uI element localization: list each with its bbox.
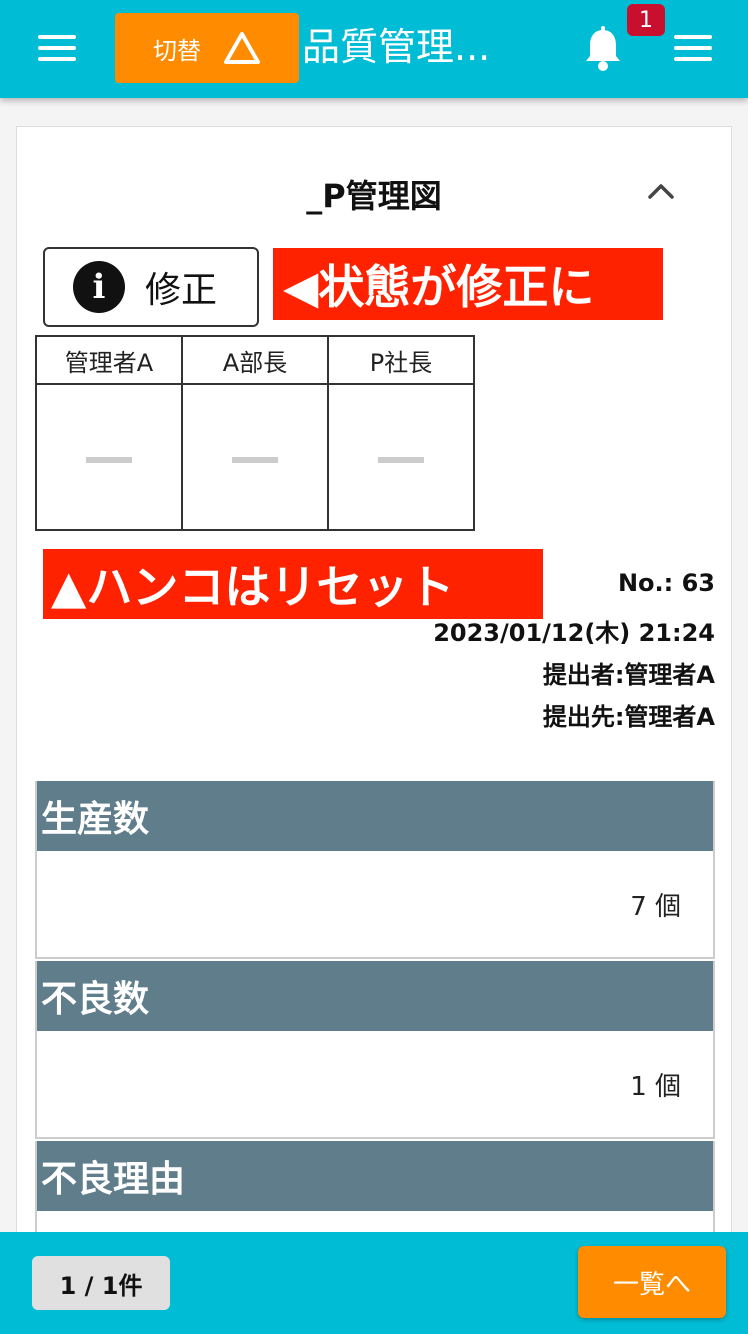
section-header: 不良数 [37,961,713,1031]
stamp-cell [181,383,329,531]
approver-header: A部長 [181,335,329,385]
section-value [37,1211,713,1232]
bell-icon[interactable] [583,26,623,72]
status-button[interactable]: i 修正 [43,247,259,327]
app-footer: 1 / 1件 一覧へ [0,1232,748,1334]
section-value: 1 個 [37,1031,713,1137]
approver-header: P社長 [327,335,475,385]
switch-button-label: 切替 [153,36,201,65]
status-annotation: ◀状態が修正に [273,248,663,320]
approver-header: 管理者A [35,335,183,385]
app-header: 切替 品質管理... 1 [0,0,748,98]
document-number: No.: 63 [617,569,715,597]
info-icon: i [73,261,125,313]
recipient: 提出先:管理者A [542,703,715,731]
empty-stamp-placeholder [86,456,132,463]
submitter: 提出者:管理者A [542,661,715,689]
document-card: _P管理図 i 修正 ◀状態が修正に 管理者A A部長 P社長 ▲ハンコはリセッ… [16,126,732,1232]
back-to-list-button[interactable]: 一覧へ [578,1246,726,1318]
switch-button[interactable]: 切替 [115,13,299,83]
content-area[interactable]: _P管理図 i 修正 ◀状態が修正に 管理者A A部長 P社長 ▲ハンコはリセッ… [0,98,748,1232]
empty-stamp-placeholder [378,456,424,463]
chevron-up-icon[interactable] [647,183,675,199]
notification-badge: 1 [627,4,665,36]
app-title: 品質管理... [302,25,491,69]
section-header: 生産数 [37,781,713,851]
warning-triangle-icon [224,32,260,64]
menu-icon[interactable] [38,35,76,61]
section-header: 不良理由 [37,1141,713,1211]
status-label: 修正 [145,270,218,311]
document-title: _P管理図 [306,177,442,215]
approval-stamp-table: 管理者A A部長 P社長 [35,335,475,531]
page-count: 1 / 1件 [32,1256,170,1310]
options-menu-icon[interactable] [674,35,712,61]
section-defect-count: 不良数 1 個 [35,961,715,1139]
section-defect-reason: 不良理由 [35,1141,715,1232]
section-value: 7 個 [37,851,713,957]
stamp-cell [35,383,183,531]
section-production-count: 生産数 7 個 [35,781,715,959]
empty-stamp-placeholder [232,456,278,463]
document-datetime: 2023/01/12(木) 21:24 [433,619,715,647]
stamp-cell [327,383,475,531]
